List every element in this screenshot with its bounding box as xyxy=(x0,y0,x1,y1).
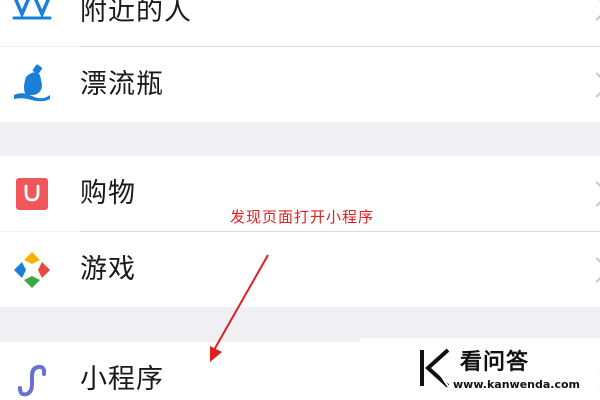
watermark-logo-icon xyxy=(420,348,450,388)
watermark-url: www.kanwenda.com xyxy=(453,378,580,391)
watermark-title: 看问答 xyxy=(460,350,530,375)
watermark: 看问答 www.kanwenda.com xyxy=(360,338,600,400)
